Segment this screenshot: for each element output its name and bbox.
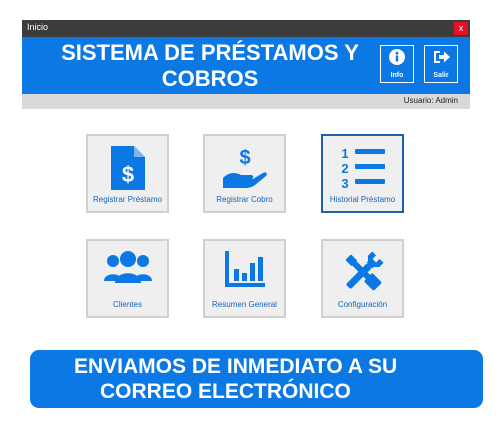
svg-text:3: 3: [341, 176, 348, 190]
current-user: Usuario: Admin: [403, 96, 458, 105]
banner-line1: ENVIAMOS DE INMEDIATO A SU: [74, 355, 398, 378]
banner-text: ENVIAMOS DE INMEDIATO A SU CORREO ELECTR…: [74, 354, 397, 404]
tile-registrar-cobro[interactable]: $ Registrar Cobro: [203, 134, 286, 213]
app-title: SISTEMA DE PRÉSTAMOS Y COBROS: [30, 40, 390, 92]
exit-button[interactable]: Salir: [424, 45, 458, 83]
tile-label: Resumen General: [212, 300, 277, 309]
svg-text:$: $: [121, 162, 133, 187]
users-icon: [103, 251, 152, 283]
tile-registrar-prestamo[interactable]: $ Registrar Préstamo: [86, 134, 169, 213]
banner-line2: CORREO ELECTRÓNICO: [100, 380, 351, 403]
close-button[interactable]: x: [454, 22, 468, 35]
tools-icon: [345, 251, 384, 291]
tile-configuracion[interactable]: Configuración: [321, 239, 404, 318]
info-icon: [389, 49, 405, 65]
info-button-label: Info: [390, 72, 404, 79]
app-title-line2: COBROS: [161, 66, 259, 91]
bar-chart-icon: [224, 251, 265, 287]
main-window: Inicio x SISTEMA DE PRÉSTAMOS Y COBROS I…: [22, 20, 470, 109]
svg-text:$: $: [239, 147, 250, 169]
svg-text:2: 2: [341, 161, 348, 176]
promo-banner: ENVIAMOS DE INMEDIATO A SU CORREO ELECTR…: [30, 350, 483, 408]
tile-label: Configuración: [337, 300, 388, 309]
tile-label: Clientes: [113, 300, 142, 309]
app-header: SISTEMA DE PRÉSTAMOS Y COBROS Info Salir: [22, 37, 470, 94]
status-bar: Usuario: Admin: [22, 94, 470, 109]
info-button[interactable]: Info: [380, 45, 414, 83]
app-title-line1: SISTEMA DE PRÉSTAMOS Y: [61, 40, 359, 65]
title-bar: Inicio x: [22, 20, 470, 37]
tile-clientes[interactable]: Clientes: [86, 239, 169, 318]
tile-label: Registrar Cobro: [216, 195, 273, 204]
tile-label: Historial Préstamo: [329, 195, 396, 204]
loan-document-icon: $: [110, 146, 145, 190]
tile-resumen-general[interactable]: Resumen General: [203, 239, 286, 318]
exit-button-label: Salir: [433, 72, 449, 79]
tile-label: Registrar Préstamo: [93, 195, 162, 204]
hand-dollar-icon: $: [222, 147, 267, 188]
tile-historial-prestamo[interactable]: 1 2 3 Historial Préstamo: [321, 134, 404, 213]
window-title: Inicio: [27, 22, 49, 32]
svg-text:1: 1: [341, 146, 348, 161]
sign-out-icon: [434, 51, 450, 63]
numbered-list-icon: 1 2 3: [341, 146, 385, 190]
